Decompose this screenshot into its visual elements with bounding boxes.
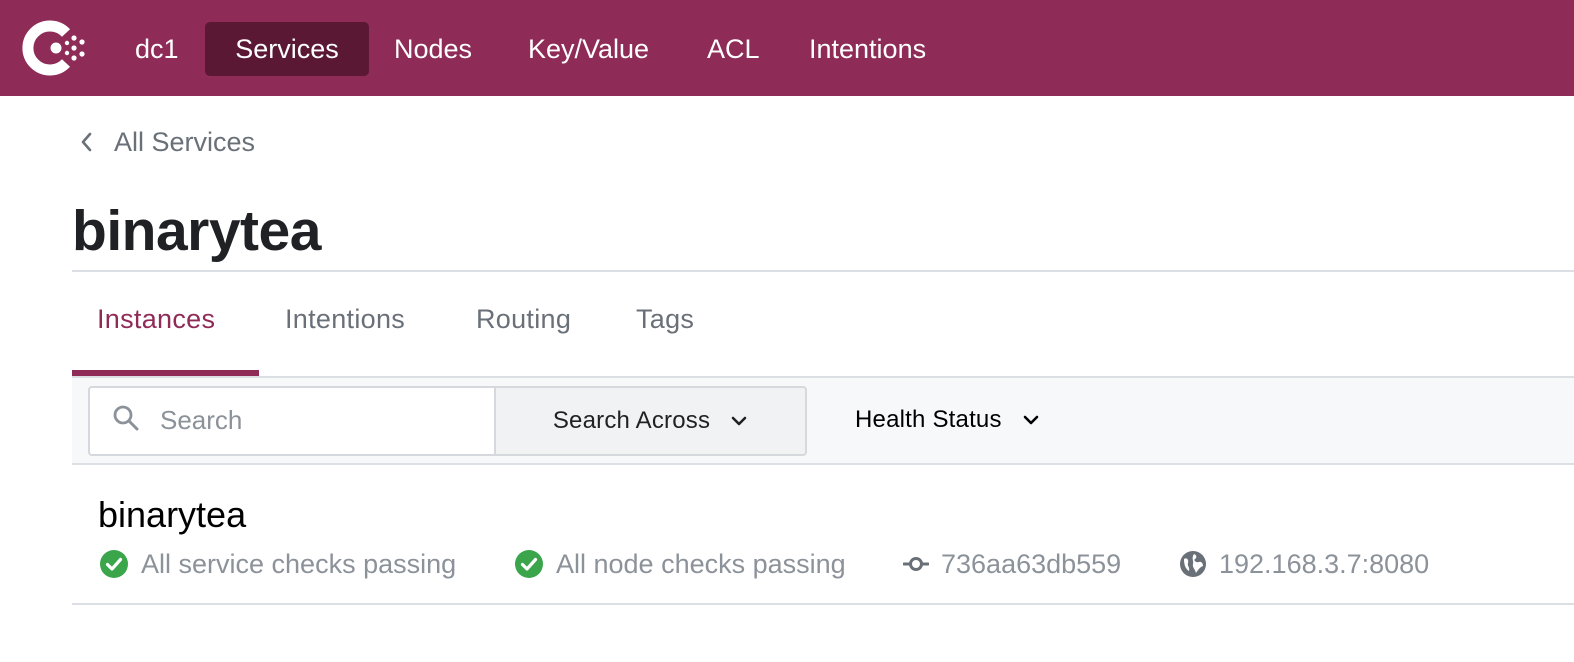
service-checks-status: All service checks passing [99,544,456,584]
health-status-dropdown[interactable]: Health Status [855,400,1040,440]
check-circle-icon [100,550,128,578]
service-checks-text: All service checks passing [141,548,457,579]
instance-id-text: 736aa63db559 [941,548,1122,579]
instance-address: 192.168.3.7:8080 [1179,544,1429,584]
consul-logo-icon[interactable] [22,14,90,82]
nav-intentions[interactable]: Intentions [809,22,926,76]
nav-acl[interactable]: ACL [707,22,760,76]
top-nav-bar: dc1 Services Nodes Key/Value ACL Intenti… [0,0,1574,96]
nav-key-value[interactable]: Key/Value [528,22,649,76]
node-checks-status: All node checks passing [514,544,846,584]
active-tab-indicator [72,370,259,376]
search-across-label: Search Across [552,407,711,434]
chevron-down-icon [731,416,747,426]
health-status-label: Health Status [855,406,1002,433]
check-circle-icon [515,550,543,578]
nav-nodes[interactable]: Nodes [394,22,472,76]
nav-services[interactable]: Services [205,22,369,76]
git-commit-icon [903,557,929,571]
search-across-dropdown[interactable]: Search Across [494,386,807,456]
globe-icon [1180,551,1206,577]
instance-name-link[interactable]: binarytea [98,494,246,536]
search-input[interactable] [160,400,480,440]
instance-id: 736aa63db559 [903,544,1121,584]
chevron-left-icon [81,132,92,152]
tab-instances[interactable]: Instances [97,304,215,344]
tab-routing[interactable]: Routing [476,304,571,344]
tab-intentions[interactable]: Intentions [285,304,405,344]
row-divider [72,603,1574,605]
breadcrumb-label: All Services [114,126,256,157]
breadcrumb-all-services[interactable]: All Services [80,124,255,160]
search-icon [113,405,139,431]
title-divider [72,270,1574,272]
instance-address-text: 192.168.3.7:8080 [1219,548,1430,579]
node-checks-text: All node checks passing [556,548,846,579]
page-title: binarytea [72,199,321,263]
tab-tags[interactable]: Tags [636,304,694,344]
chevron-down-icon [1023,415,1038,425]
datacenter-selector[interactable]: dc1 [135,22,179,76]
